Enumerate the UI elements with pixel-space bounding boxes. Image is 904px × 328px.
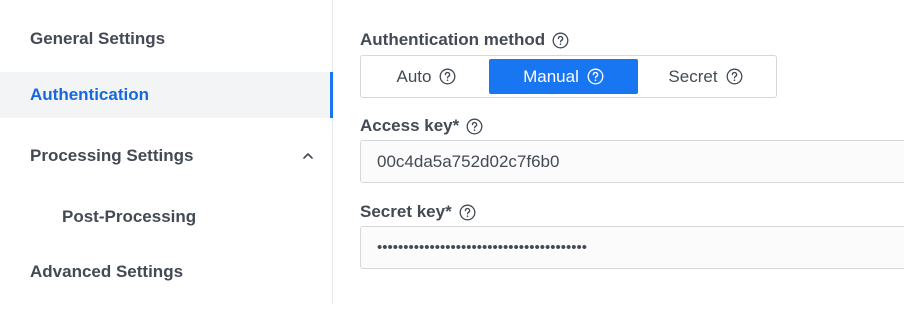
auth-method-label-text: Authentication method [360,30,546,49]
settings-sidebar: General Settings Authentication Processi… [0,0,333,304]
authentication-panel: Authentication method Auto Manual Secret… [360,0,904,328]
secret-key-field[interactable]: •••••••••••••••••••••••••••••••••••••••• [360,226,904,269]
method-option-label: Secret [668,66,718,86]
chevron-up-icon[interactable] [300,148,316,164]
method-option-auto[interactable]: Auto [364,59,489,94]
secret-key-label-text: Secret key* [360,202,452,221]
sidebar-item-advanced-settings[interactable]: Advanced Settings [0,253,332,291]
method-option-label: Manual [523,66,579,86]
sidebar-item-label: Processing Settings [30,146,194,165]
sidebar-item-general-settings[interactable]: General Settings [0,20,332,58]
sidebar-item-label: Advanced Settings [30,262,184,281]
secret-key-masked-value: •••••••••••••••••••••••••••••••••••••••• [377,239,588,256]
method-option-label: Auto [396,66,432,86]
help-circle-icon[interactable] [466,118,483,135]
help-circle-icon[interactable] [552,32,569,49]
help-circle-icon[interactable] [726,68,743,85]
help-circle-icon[interactable] [439,68,456,85]
sidebar-item-processing-settings[interactable]: Processing Settings [0,137,332,175]
method-option-secret[interactable]: Secret [638,59,773,94]
sidebar-item-label: General Settings [30,29,166,48]
auth-method-selector: Auto Manual Secret [360,55,777,98]
sidebar-item-post-processing[interactable]: Post-Processing [0,198,332,236]
access-key-label-text: Access key* [360,116,460,135]
active-indicator [330,72,333,118]
access-key-label: Access key* [360,115,483,137]
access-key-field[interactable]: 00c4da5a752d02c7f6b0 [360,140,904,183]
auth-method-label: Authentication method [360,29,569,51]
sidebar-item-label: Post-Processing [62,207,197,226]
sidebar-item-label: Authentication [30,85,149,104]
access-key-value: 00c4da5a752d02c7f6b0 [377,151,560,171]
help-circle-icon[interactable] [587,68,604,85]
sidebar-item-authentication[interactable]: Authentication [0,72,333,118]
help-circle-icon[interactable] [459,204,476,221]
method-option-manual[interactable]: Manual [489,59,638,94]
secret-key-label: Secret key* [360,201,476,223]
